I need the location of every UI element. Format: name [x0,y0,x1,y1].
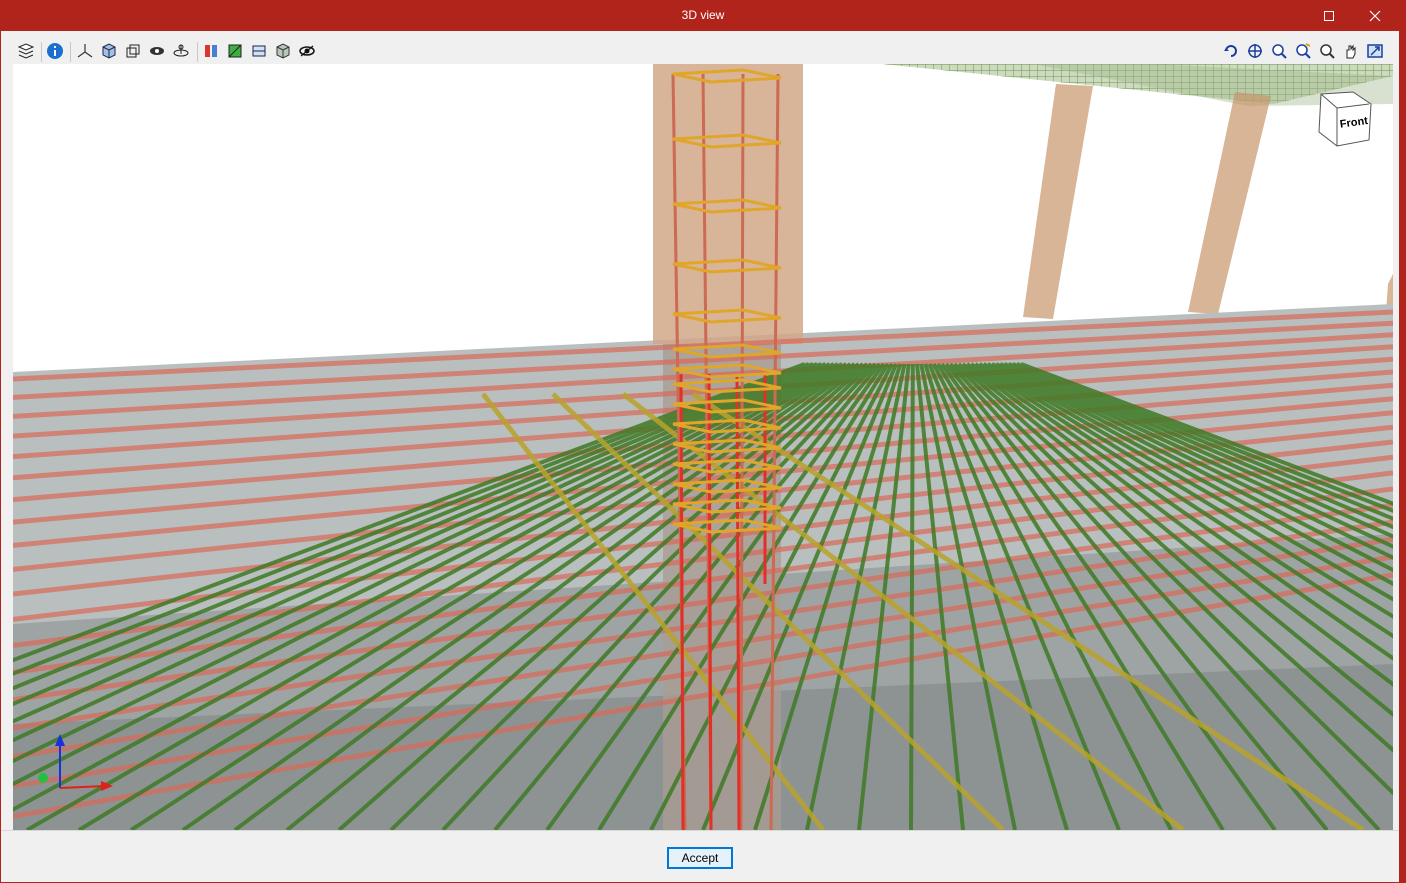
zoom-all-button[interactable] [1293,41,1313,61]
rebar-3d-scene: Front [13,64,1393,830]
orbit-icon [173,44,189,57]
section-icon [205,45,217,57]
solid-view-icon [102,43,116,59]
pan-3d-icon [1248,44,1262,58]
rotate-button[interactable] [1221,41,1241,61]
close-button[interactable] [1352,0,1398,31]
hand-pan-icon [1346,44,1356,59]
3d-viewport[interactable]: Front [13,64,1393,830]
zoom-all-icon [1296,43,1311,59]
info-button[interactable] [45,41,65,61]
clip-plane-button[interactable] [225,41,245,61]
zoom-window-button[interactable] [1269,41,1289,61]
iso-view-icon [276,43,290,59]
wireframe-view-icon [126,44,140,58]
zoom-icon [1320,44,1335,59]
rotate-icon [1224,45,1237,57]
iso-view-button[interactable] [273,41,293,61]
maximize-button[interactable] [1306,0,1352,31]
eye-button[interactable] [297,41,317,61]
accept-button[interactable]: Accept [667,847,733,869]
layers-button[interactable] [16,41,36,61]
fit-view-icon [1367,44,1383,58]
plan-view-button[interactable] [249,41,269,61]
window-frame: 3D view Front Accept [0,0,1406,883]
hand-pan-button[interactable] [1341,41,1361,61]
clip-plane-icon [228,44,242,58]
view-cube[interactable]: Front [1318,91,1372,147]
layers-icon [17,43,35,59]
toolbar [13,39,1393,65]
visibility-button[interactable] [147,41,167,61]
wireframe-view-button[interactable] [123,41,143,61]
orbit-button[interactable] [171,41,191,61]
solid-view-button[interactable] [99,41,119,61]
axes-icon [77,44,93,58]
title-bar[interactable]: 3D view [0,0,1406,31]
section-button[interactable] [201,41,221,61]
zoom-window-icon [1272,44,1287,59]
close-icon [1369,10,1381,21]
info-icon [47,43,63,59]
plan-view-icon [252,45,266,57]
visibility-icon [150,47,164,55]
fit-view-button[interactable] [1365,41,1385,61]
zoom-button[interactable] [1317,41,1337,61]
eye-icon [299,45,315,57]
axes-button[interactable] [75,41,95,61]
dialog-footer: Accept [1,830,1399,882]
pan-3d-button[interactable] [1245,41,1265,61]
maximize-icon [1324,10,1334,21]
window-title: 3D view [681,8,725,22]
dialog-client: Front Accept [1,31,1399,882]
